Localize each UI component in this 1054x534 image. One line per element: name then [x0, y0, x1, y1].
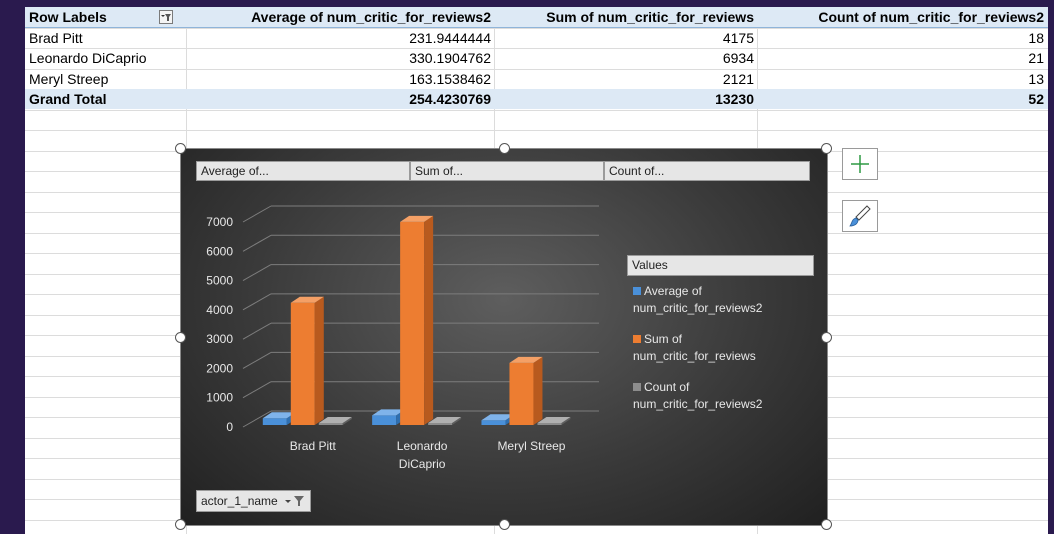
gridline-side — [242, 322, 272, 340]
filter-dropdown-icon[interactable] — [284, 493, 306, 513]
row-labels-filter-icon[interactable] — [159, 10, 173, 24]
pivot-chart[interactable]: Average of... Sum of... Count of... 0 100… — [175, 143, 832, 530]
bar-front — [400, 221, 425, 425]
pivot-total-cell[interactable]: 13230 — [495, 89, 754, 109]
pivot-total-cell[interactable]: 52 — [758, 89, 1044, 109]
y-tick-label: 0 — [226, 420, 233, 434]
pivot-total-cell[interactable]: Grand Total — [29, 89, 159, 109]
legend-text: num_critic_for_reviews2 — [633, 397, 763, 411]
plus-icon — [851, 155, 869, 173]
y-tick-label: 3000 — [206, 332, 233, 346]
pivot-header-cell[interactable]: Count of num_critic_for_reviews2 — [758, 7, 1044, 27]
bar-front — [537, 423, 562, 425]
pivot-cell[interactable]: 330.1904762 — [190, 48, 491, 68]
pivot-header-cell[interactable]: Sum of num_critic_for_reviews — [495, 7, 754, 27]
gridline-side — [242, 381, 272, 399]
gridline-side — [242, 351, 272, 369]
y-tick-label: 5000 — [206, 274, 233, 288]
resize-handle[interactable] — [499, 143, 510, 154]
legend-entry-average: Average of num_critic_for_reviews2 — [633, 283, 823, 317]
resize-handle[interactable] — [821, 143, 832, 154]
x-tick-label: Leonardo — [397, 439, 448, 453]
y-tick-label: 4000 — [206, 303, 233, 317]
pivot-cell[interactable]: 231.9444444 — [190, 28, 491, 48]
x-tick-label: Brad Pitt — [290, 439, 337, 453]
gridline — [25, 130, 1048, 131]
pivot-cell[interactable]: 6934 — [495, 48, 754, 68]
resize-handle[interactable] — [175, 143, 186, 154]
x-tick-label: Meryl Streep — [497, 439, 565, 453]
legend-entry-sum: Sum of num_critic_for_reviews — [633, 331, 823, 365]
bar-front — [509, 362, 534, 425]
legend-text: Count of — [644, 380, 690, 394]
pivot-cell[interactable]: Meryl Streep — [29, 69, 159, 89]
gridline-side — [242, 205, 272, 223]
resize-handle[interactable] — [175, 519, 186, 530]
gridline-side — [242, 234, 272, 252]
gridline-side — [242, 293, 272, 311]
pivot-cell[interactable]: 163.1538462 — [190, 69, 491, 89]
resize-handle[interactable] — [499, 519, 510, 530]
bar-front — [372, 415, 397, 425]
bar-front — [481, 420, 506, 425]
pivot-cell[interactable]: 13 — [758, 69, 1044, 89]
legend-text: num_critic_for_reviews2 — [633, 301, 763, 315]
pivot-header-cell[interactable]: Row Labels — [29, 7, 159, 27]
gridline-side — [242, 264, 272, 282]
bar-front — [428, 423, 453, 425]
chart-elements-button[interactable] — [842, 148, 878, 180]
bar-front — [290, 302, 315, 425]
legend-swatch — [633, 287, 641, 295]
pivot-cell[interactable]: 2121 — [495, 69, 754, 89]
paintbrush-icon — [849, 205, 871, 227]
resize-handle[interactable] — [821, 519, 832, 530]
gridline — [25, 109, 1048, 111]
pivot-cell[interactable]: Brad Pitt — [29, 28, 159, 48]
chart-styles-button[interactable] — [842, 200, 878, 232]
bar-front — [318, 423, 343, 425]
axis-field-button-actor[interactable]: actor_1_name — [196, 490, 311, 512]
pivot-cell[interactable]: 18 — [758, 28, 1044, 48]
bar-front — [262, 418, 287, 425]
pivot-total-cell[interactable]: 254.4230769 — [190, 89, 491, 109]
legend-swatch — [633, 383, 641, 391]
legend-text: Sum of — [644, 332, 683, 346]
y-tick-label: 2000 — [206, 361, 233, 375]
y-tick-label: 7000 — [206, 215, 233, 229]
axis-field-label: actor_1_name — [201, 494, 278, 508]
bar-side — [533, 356, 543, 425]
legend-text: Average of — [644, 284, 702, 298]
x-tick-label: DiCaprio — [399, 457, 446, 471]
legend-swatch — [633, 335, 641, 343]
y-tick-label: 6000 — [206, 244, 233, 258]
bar-side — [424, 215, 434, 425]
legend-entry-count: Count of num_critic_for_reviews2 — [633, 379, 823, 413]
bar-side — [314, 296, 324, 425]
resize-handle[interactable] — [175, 332, 186, 343]
resize-handle[interactable] — [821, 332, 832, 343]
pivot-cell[interactable]: Leonardo DiCaprio — [29, 48, 159, 68]
legend-title: Values — [627, 255, 814, 276]
y-tick-label: 1000 — [206, 391, 233, 405]
pivot-cell[interactable]: 21 — [758, 48, 1044, 68]
legend-text: num_critic_for_reviews — [633, 349, 756, 363]
pivot-header-cell[interactable]: Average of num_critic_for_reviews2 — [190, 7, 491, 27]
pivot-cell[interactable]: 4175 — [495, 28, 754, 48]
